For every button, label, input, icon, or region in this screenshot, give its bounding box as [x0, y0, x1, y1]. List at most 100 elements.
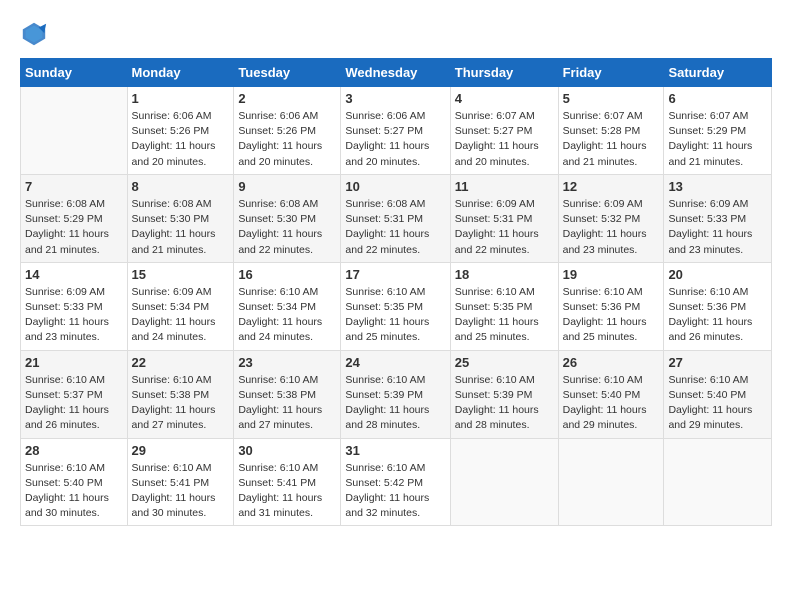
- sunset-label: Sunset: 5:32 PM: [563, 213, 641, 225]
- calendar-cell: 25 Sunrise: 6:10 AM Sunset: 5:39 PM Dayl…: [450, 350, 558, 438]
- day-info: Sunrise: 6:10 AM Sunset: 5:35 PM Dayligh…: [455, 285, 554, 346]
- day-number: 5: [563, 91, 660, 106]
- calendar-table: SundayMondayTuesdayWednesdayThursdayFrid…: [20, 58, 772, 526]
- calendar-cell: 24 Sunrise: 6:10 AM Sunset: 5:39 PM Dayl…: [341, 350, 450, 438]
- sunset-label: Sunset: 5:28 PM: [563, 125, 641, 137]
- day-number: 27: [668, 355, 767, 370]
- sunrise-label: Sunrise: 6:10 AM: [132, 462, 212, 474]
- day-number: 7: [25, 179, 123, 194]
- sunrise-label: Sunrise: 6:08 AM: [345, 198, 425, 210]
- sunrise-label: Sunrise: 6:06 AM: [132, 110, 212, 122]
- calendar-cell: 13 Sunrise: 6:09 AM Sunset: 5:33 PM Dayl…: [664, 174, 772, 262]
- calendar-cell: 29 Sunrise: 6:10 AM Sunset: 5:41 PM Dayl…: [127, 438, 234, 526]
- sunset-label: Sunset: 5:38 PM: [132, 389, 210, 401]
- page-header: [20, 20, 772, 48]
- sunset-label: Sunset: 5:40 PM: [563, 389, 641, 401]
- day-number: 15: [132, 267, 230, 282]
- sunset-label: Sunset: 5:39 PM: [455, 389, 533, 401]
- day-info: Sunrise: 6:09 AM Sunset: 5:31 PM Dayligh…: [455, 197, 554, 258]
- day-info: Sunrise: 6:09 AM Sunset: 5:32 PM Dayligh…: [563, 197, 660, 258]
- daylight-label: Daylight: 11 hours and 29 minutes.: [563, 404, 647, 431]
- calendar-cell: 6 Sunrise: 6:07 AM Sunset: 5:29 PM Dayli…: [664, 87, 772, 175]
- daylight-label: Daylight: 11 hours and 26 minutes.: [668, 316, 752, 343]
- sunrise-label: Sunrise: 6:09 AM: [668, 198, 748, 210]
- day-number: 22: [132, 355, 230, 370]
- sunrise-label: Sunrise: 6:10 AM: [668, 286, 748, 298]
- daylight-label: Daylight: 11 hours and 25 minutes.: [455, 316, 539, 343]
- day-number: 4: [455, 91, 554, 106]
- day-info: Sunrise: 6:10 AM Sunset: 5:35 PM Dayligh…: [345, 285, 445, 346]
- sunrise-label: Sunrise: 6:10 AM: [238, 462, 318, 474]
- calendar-week-row: 28 Sunrise: 6:10 AM Sunset: 5:40 PM Dayl…: [21, 438, 772, 526]
- weekday-header-wednesday: Wednesday: [341, 59, 450, 87]
- calendar-week-row: 21 Sunrise: 6:10 AM Sunset: 5:37 PM Dayl…: [21, 350, 772, 438]
- day-info: Sunrise: 6:08 AM Sunset: 5:31 PM Dayligh…: [345, 197, 445, 258]
- sunrise-label: Sunrise: 6:10 AM: [345, 462, 425, 474]
- weekday-header-sunday: Sunday: [21, 59, 128, 87]
- day-info: Sunrise: 6:07 AM Sunset: 5:29 PM Dayligh…: [668, 109, 767, 170]
- daylight-label: Daylight: 11 hours and 23 minutes.: [25, 316, 109, 343]
- day-number: 14: [25, 267, 123, 282]
- daylight-label: Daylight: 11 hours and 23 minutes.: [668, 228, 752, 255]
- daylight-label: Daylight: 11 hours and 22 minutes.: [238, 228, 322, 255]
- daylight-label: Daylight: 11 hours and 27 minutes.: [132, 404, 216, 431]
- day-number: 19: [563, 267, 660, 282]
- day-number: 6: [668, 91, 767, 106]
- day-info: Sunrise: 6:10 AM Sunset: 5:41 PM Dayligh…: [132, 461, 230, 522]
- weekday-header-thursday: Thursday: [450, 59, 558, 87]
- calendar-cell: 16 Sunrise: 6:10 AM Sunset: 5:34 PM Dayl…: [234, 262, 341, 350]
- sunrise-label: Sunrise: 6:10 AM: [455, 286, 535, 298]
- day-number: 13: [668, 179, 767, 194]
- calendar-cell: 18 Sunrise: 6:10 AM Sunset: 5:35 PM Dayl…: [450, 262, 558, 350]
- day-number: 30: [238, 443, 336, 458]
- calendar-cell: 11 Sunrise: 6:09 AM Sunset: 5:31 PM Dayl…: [450, 174, 558, 262]
- sunrise-label: Sunrise: 6:07 AM: [668, 110, 748, 122]
- daylight-label: Daylight: 11 hours and 20 minutes.: [238, 140, 322, 167]
- calendar-cell: 22 Sunrise: 6:10 AM Sunset: 5:38 PM Dayl…: [127, 350, 234, 438]
- sunset-label: Sunset: 5:35 PM: [455, 301, 533, 313]
- day-number: 28: [25, 443, 123, 458]
- day-number: 10: [345, 179, 445, 194]
- day-info: Sunrise: 6:09 AM Sunset: 5:34 PM Dayligh…: [132, 285, 230, 346]
- sunset-label: Sunset: 5:35 PM: [345, 301, 423, 313]
- sunset-label: Sunset: 5:39 PM: [345, 389, 423, 401]
- sunrise-label: Sunrise: 6:08 AM: [132, 198, 212, 210]
- sunset-label: Sunset: 5:36 PM: [563, 301, 641, 313]
- sunrise-label: Sunrise: 6:06 AM: [345, 110, 425, 122]
- sunrise-label: Sunrise: 6:10 AM: [25, 462, 105, 474]
- daylight-label: Daylight: 11 hours and 24 minutes.: [238, 316, 322, 343]
- daylight-label: Daylight: 11 hours and 23 minutes.: [563, 228, 647, 255]
- sunset-label: Sunset: 5:30 PM: [132, 213, 210, 225]
- day-info: Sunrise: 6:08 AM Sunset: 5:30 PM Dayligh…: [238, 197, 336, 258]
- day-info: Sunrise: 6:10 AM Sunset: 5:40 PM Dayligh…: [668, 373, 767, 434]
- sunset-label: Sunset: 5:33 PM: [25, 301, 103, 313]
- sunset-label: Sunset: 5:41 PM: [238, 477, 316, 489]
- sunset-label: Sunset: 5:42 PM: [345, 477, 423, 489]
- calendar-cell: 21 Sunrise: 6:10 AM Sunset: 5:37 PM Dayl…: [21, 350, 128, 438]
- day-info: Sunrise: 6:10 AM Sunset: 5:36 PM Dayligh…: [563, 285, 660, 346]
- day-number: 2: [238, 91, 336, 106]
- daylight-label: Daylight: 11 hours and 29 minutes.: [668, 404, 752, 431]
- calendar-cell: 12 Sunrise: 6:09 AM Sunset: 5:32 PM Dayl…: [558, 174, 664, 262]
- logo: [20, 20, 52, 48]
- calendar-cell: [664, 438, 772, 526]
- day-info: Sunrise: 6:10 AM Sunset: 5:38 PM Dayligh…: [238, 373, 336, 434]
- sunrise-label: Sunrise: 6:08 AM: [238, 198, 318, 210]
- weekday-header-monday: Monday: [127, 59, 234, 87]
- day-number: 18: [455, 267, 554, 282]
- weekday-header-friday: Friday: [558, 59, 664, 87]
- day-number: 17: [345, 267, 445, 282]
- sunset-label: Sunset: 5:40 PM: [668, 389, 746, 401]
- calendar-cell: 31 Sunrise: 6:10 AM Sunset: 5:42 PM Dayl…: [341, 438, 450, 526]
- day-info: Sunrise: 6:10 AM Sunset: 5:42 PM Dayligh…: [345, 461, 445, 522]
- sunrise-label: Sunrise: 6:09 AM: [132, 286, 212, 298]
- daylight-label: Daylight: 11 hours and 24 minutes.: [132, 316, 216, 343]
- sunrise-label: Sunrise: 6:08 AM: [25, 198, 105, 210]
- sunset-label: Sunset: 5:31 PM: [455, 213, 533, 225]
- daylight-label: Daylight: 11 hours and 20 minutes.: [345, 140, 429, 167]
- daylight-label: Daylight: 11 hours and 26 minutes.: [25, 404, 109, 431]
- calendar-cell: 10 Sunrise: 6:08 AM Sunset: 5:31 PM Dayl…: [341, 174, 450, 262]
- day-number: 3: [345, 91, 445, 106]
- day-number: 23: [238, 355, 336, 370]
- sunrise-label: Sunrise: 6:07 AM: [563, 110, 643, 122]
